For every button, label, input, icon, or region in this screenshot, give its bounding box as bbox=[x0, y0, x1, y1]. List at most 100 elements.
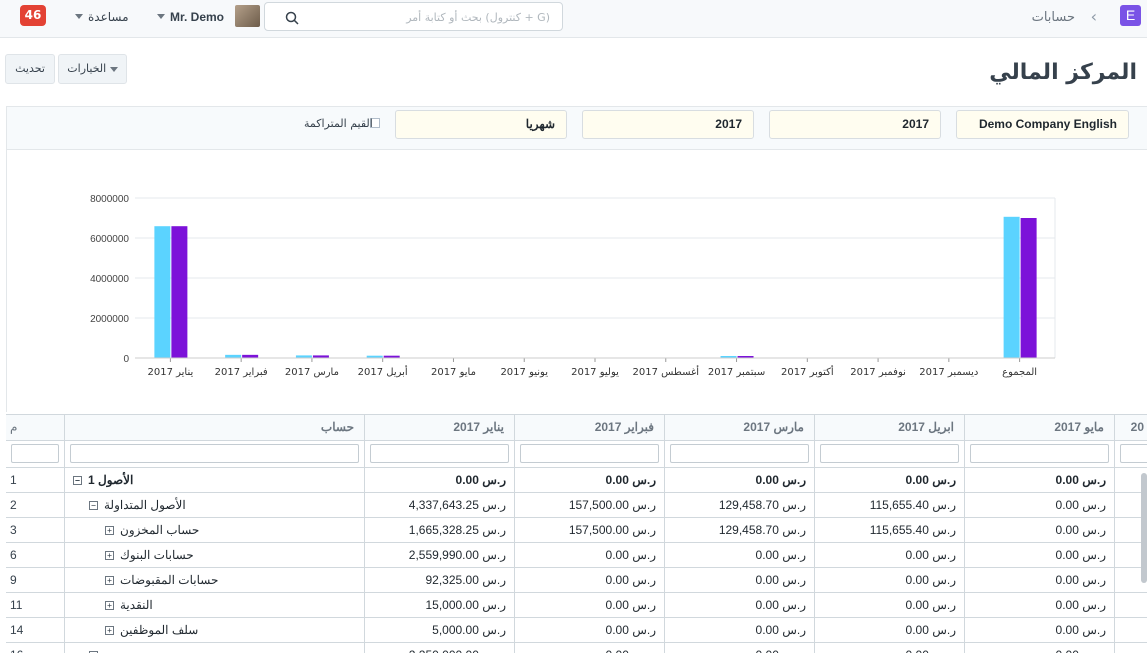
x-tick-label: سبتمبر 2017 bbox=[708, 367, 765, 378]
value-cell: ر.س 115,655.40 bbox=[815, 493, 965, 518]
from-year-field[interactable]: 2017 bbox=[769, 110, 941, 139]
collapse-icon[interactable]: − bbox=[73, 476, 82, 485]
column-header[interactable]: حساب bbox=[65, 415, 365, 441]
value-cell: ر.س 0.00 bbox=[515, 618, 665, 643]
x-tick-label: يوليو 2017 bbox=[571, 367, 619, 378]
account-name[interactable]: حسابات المقبوضات bbox=[120, 568, 218, 592]
expand-icon[interactable]: + bbox=[105, 601, 114, 610]
account-name[interactable]: حسابات البنوك bbox=[120, 543, 194, 567]
value-cell: ر.س 0.00 bbox=[365, 468, 515, 493]
chevron-left-icon[interactable]: ‹ bbox=[1091, 7, 1097, 26]
filter-input[interactable] bbox=[820, 444, 959, 463]
value-cell: ر.س 129,458.70 bbox=[665, 493, 815, 518]
filter-input[interactable] bbox=[370, 444, 509, 463]
column-filter bbox=[365, 441, 515, 468]
value-cell: ر.س 0.00 bbox=[965, 643, 1115, 653]
value-cell: ر.س 157,500.00 bbox=[515, 518, 665, 543]
account-name[interactable]: الأصول المتداولة bbox=[104, 493, 186, 517]
scrollbar[interactable] bbox=[1141, 473, 1147, 583]
value-cell: ر.س 0.00 bbox=[815, 568, 965, 593]
value-cell: ر.س 92,325.00 bbox=[365, 568, 515, 593]
value-cell: ر.س 0.00 bbox=[515, 468, 665, 493]
to-year-field[interactable]: 2017 bbox=[582, 110, 754, 139]
column-header[interactable]: ابريل 2017 bbox=[815, 415, 965, 441]
column-header[interactable]: فبراير 2017 bbox=[515, 415, 665, 441]
filter-input[interactable] bbox=[970, 444, 1109, 463]
expand-icon[interactable]: + bbox=[105, 576, 114, 585]
value-cell: ر.س 115,655.40 bbox=[815, 518, 965, 543]
chevron-down-icon bbox=[109, 66, 118, 72]
column-header[interactable]: مارس 2017 bbox=[665, 415, 815, 441]
value-cell: ر.س 0.00 bbox=[965, 493, 1115, 518]
avatar[interactable] bbox=[235, 5, 260, 27]
account-cell[interactable]: + حسابات البنوك bbox=[65, 543, 365, 568]
accumulated-label: القيم المتراكمة bbox=[304, 117, 373, 130]
account-name[interactable]: حساب المخزون bbox=[120, 518, 199, 542]
value-cell: ر.س 129,458.70 bbox=[665, 518, 815, 543]
column-header[interactable]: م bbox=[6, 415, 65, 441]
filter-input[interactable] bbox=[11, 444, 59, 463]
filter-input[interactable] bbox=[1120, 444, 1147, 463]
row-index: 3 bbox=[6, 518, 65, 543]
account-cell[interactable]: + سلف الموظفين bbox=[65, 618, 365, 643]
filter-input[interactable] bbox=[70, 444, 359, 463]
report-table: م حساب يناير 2017 فبراير 2017 مارس 2017 ابريل… bbox=[6, 414, 1147, 653]
value-cell: ر.س 0.00 bbox=[515, 543, 665, 568]
value-cell: ر.س 2,559,990.00 bbox=[365, 543, 515, 568]
notification-badge[interactable]: 46 bbox=[20, 5, 46, 26]
account-cell[interactable]: − bbox=[65, 643, 365, 653]
value-cell: ر.س 0.00 bbox=[965, 543, 1115, 568]
value-cell: ر.س 0.00 bbox=[665, 618, 815, 643]
value-cell: ر.س 0.00 bbox=[965, 593, 1115, 618]
search-input[interactable]: بحث أو كتابة أمر (كنترول + G) bbox=[264, 2, 563, 31]
account-cell[interactable]: + حساب المخزون bbox=[65, 518, 365, 543]
filter-input[interactable] bbox=[670, 444, 809, 463]
x-tick-label: أبريل 2017 bbox=[358, 365, 408, 378]
value-cell: ر.س 15,000.00 bbox=[365, 593, 515, 618]
periodicity-field[interactable]: شهريا bbox=[395, 110, 567, 139]
value-cell: ر.س 0.00 bbox=[965, 468, 1115, 493]
value-cell: ر.س 4,337,643.25 bbox=[365, 493, 515, 518]
value-cell: ر.س 0.00 bbox=[815, 643, 965, 653]
chart: 0 2000000 4000000 6000000 8000000 يناير 2017 ف… bbox=[6, 150, 1147, 412]
value-cell bbox=[1115, 593, 1147, 618]
value-cell: ر.س 0.00 bbox=[515, 568, 665, 593]
user-menu[interactable]: Mr. Demo bbox=[170, 10, 224, 24]
x-tick-label: يناير 2017 bbox=[147, 367, 193, 378]
options-label: الخيارات bbox=[67, 62, 107, 75]
collapse-icon[interactable]: − bbox=[89, 501, 98, 510]
account-name[interactable]: الأصول 1 bbox=[88, 468, 133, 492]
app-logo[interactable]: E bbox=[1120, 5, 1141, 26]
account-name[interactable]: سلف الموظفين bbox=[120, 618, 198, 642]
value-cell bbox=[1115, 618, 1147, 643]
company-field[interactable]: Demo Company English bbox=[956, 110, 1129, 139]
account-cell[interactable]: + النقدية bbox=[65, 593, 365, 618]
breadcrumb[interactable]: حسابات bbox=[1032, 10, 1075, 25]
value-cell: ر.س 5,000.00 bbox=[365, 618, 515, 643]
expand-icon[interactable]: + bbox=[105, 551, 114, 560]
account-cell[interactable]: + حسابات المقبوضات bbox=[65, 568, 365, 593]
column-header[interactable]: يناير 2017 bbox=[365, 415, 515, 441]
bar bbox=[1020, 218, 1037, 358]
value-cell: ر.س 0.00 bbox=[815, 468, 965, 493]
account-cell[interactable]: − الأصول 1 bbox=[65, 468, 365, 493]
expand-icon[interactable]: + bbox=[105, 526, 114, 535]
column-header[interactable]: 20 bbox=[1115, 415, 1147, 441]
chevron-down-icon[interactable] bbox=[75, 14, 83, 19]
value-cell: ر.س 157,500.00 bbox=[515, 493, 665, 518]
value-cell: ر.س 0.00 bbox=[815, 593, 965, 618]
value-cell: ر.س 0.00 bbox=[665, 593, 815, 618]
help-menu[interactable]: مساعدة bbox=[88, 10, 129, 24]
chevron-down-icon[interactable] bbox=[157, 14, 165, 19]
value-cell: ر.س 0.00 bbox=[965, 568, 1115, 593]
account-name[interactable]: النقدية bbox=[120, 593, 153, 617]
column-header[interactable]: مايو 2017 bbox=[965, 415, 1115, 441]
refresh-button[interactable]: تحديث bbox=[5, 54, 55, 84]
filter-input[interactable] bbox=[520, 444, 659, 463]
value-cell: ر.س 0.00 bbox=[815, 618, 965, 643]
column-filter bbox=[665, 441, 815, 468]
bar bbox=[171, 226, 188, 358]
expand-icon[interactable]: + bbox=[105, 626, 114, 635]
account-cell[interactable]: − الأصول المتداولة bbox=[65, 493, 365, 518]
options-button[interactable]: الخيارات bbox=[58, 54, 127, 84]
